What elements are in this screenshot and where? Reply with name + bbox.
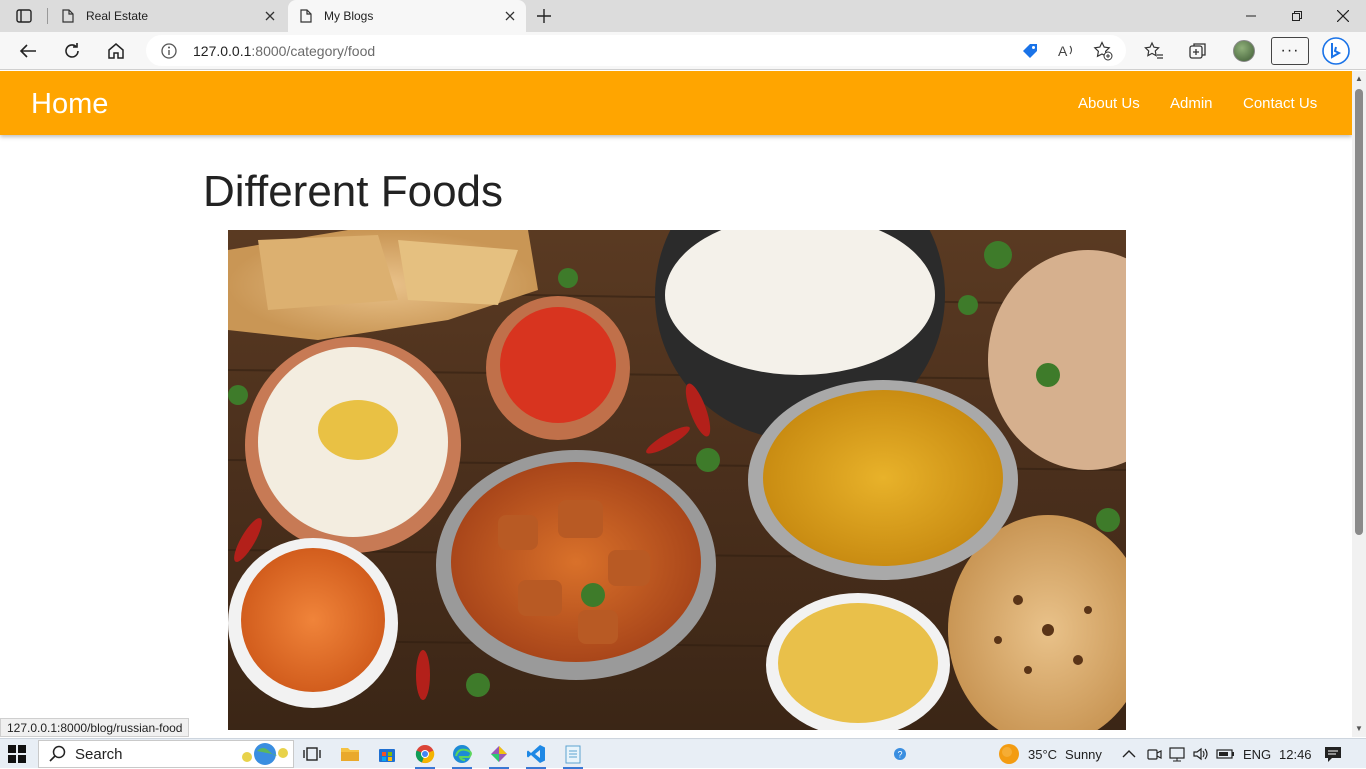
sun-icon [999, 744, 1019, 764]
restore-icon [1292, 11, 1302, 21]
collections-icon [1189, 43, 1206, 59]
scroll-down-arrow-icon[interactable]: ▼ [1354, 724, 1364, 734]
scrollbar-thumb[interactable] [1355, 89, 1363, 535]
close-icon [1337, 10, 1349, 22]
refresh-button[interactable] [57, 36, 87, 66]
add-favorite-icon[interactable] [1093, 41, 1113, 61]
vscode-icon [527, 745, 545, 763]
refresh-icon [65, 43, 79, 58]
edge-button[interactable] [450, 742, 474, 769]
back-arrow-icon [19, 44, 36, 58]
notepad-icon [565, 745, 581, 764]
site-info-icon[interactable] [160, 42, 178, 60]
plus-icon [537, 9, 551, 23]
volume-icon[interactable] [1192, 739, 1210, 769]
new-tab-button[interactable] [532, 4, 556, 28]
notifications-button[interactable] [1324, 739, 1342, 769]
home-button[interactable] [101, 36, 131, 66]
clock[interactable]: 12:46 [1279, 739, 1312, 769]
scroll-up-arrow-icon[interactable]: ▲ [1354, 74, 1364, 84]
task-view-button[interactable] [300, 742, 324, 766]
meet-now-icon[interactable] [1146, 739, 1162, 769]
page-title: Different Foods [203, 167, 504, 216]
help-tray-icon[interactable]: ? [893, 739, 907, 769]
url-host: 127.0.0.1 [193, 43, 252, 59]
app-icon [491, 746, 507, 762]
notification-icon [1325, 747, 1341, 762]
bing-copilot-button[interactable] [1322, 37, 1350, 65]
store-icon [379, 749, 395, 762]
search-label: Search [75, 745, 123, 763]
show-hidden-icons-button[interactable] [1122, 739, 1136, 769]
notepad-button[interactable] [561, 742, 585, 769]
chevron-up-icon [1122, 750, 1136, 758]
close-window-button[interactable] [1320, 0, 1366, 32]
svg-text:A: A [1058, 43, 1068, 59]
bing-icon [1322, 37, 1350, 65]
search-highlight-globe-icon [242, 743, 288, 765]
language-indicator[interactable]: ENG [1243, 739, 1271, 769]
tab-my-blogs[interactable]: My Blogs [288, 0, 526, 32]
app-button[interactable] [487, 742, 511, 769]
page-viewport: Home About Us Admin Contact Us Different… [0, 71, 1352, 737]
tab-title: Real Estate [86, 9, 149, 23]
settings-more-button[interactable]: ··· [1271, 37, 1309, 65]
nav-link-about-us[interactable]: About Us [1078, 95, 1140, 112]
tab-bar: Real Estate My Blogs [0, 0, 1366, 32]
weather-widget[interactable]: 35°C Sunny [998, 739, 1102, 769]
weather-temperature: 35°C [1028, 746, 1058, 762]
site-navbar: Home About Us Admin Contact Us [0, 71, 1352, 135]
tab-actions-icon [16, 9, 32, 23]
tab-real-estate[interactable]: Real Estate [50, 0, 286, 32]
home-icon [108, 43, 124, 59]
food-image [228, 230, 1126, 730]
shopping-tag-icon[interactable] [1020, 41, 1040, 61]
battery-icon[interactable] [1216, 739, 1236, 769]
tab-separator [47, 8, 48, 24]
taskbar: Search ? 35°C Sunny ENG 12:46 [0, 738, 1366, 769]
nav-link-contact-us[interactable]: Contact Us [1243, 95, 1317, 112]
url-path: :8000/category/food [251, 43, 376, 59]
page-icon [298, 8, 314, 24]
browser-toolbar: 127.0.0.1:8000/category/food A ··· [0, 32, 1366, 70]
search-icon [49, 745, 66, 762]
tab-title: My Blogs [324, 9, 374, 23]
weather-condition: Sunny [1065, 746, 1102, 762]
avatar [1233, 40, 1255, 62]
home-link[interactable]: Home [31, 88, 108, 121]
file-explorer-button[interactable] [338, 742, 362, 766]
svg-text:?: ? [898, 750, 903, 760]
profile-button[interactable] [1230, 37, 1258, 65]
tab-actions-button[interactable] [8, 4, 40, 28]
favorites-icon [1144, 41, 1163, 59]
status-bar-url: 127.0.0.1:8000/blog/russian-food [0, 718, 190, 737]
close-tab-icon[interactable] [262, 8, 278, 24]
task-view-icon [303, 747, 321, 761]
minimize-icon [1246, 15, 1256, 17]
nav-link-admin[interactable]: Admin [1170, 95, 1213, 112]
network-icon[interactable] [1169, 739, 1187, 769]
folder-icon [341, 748, 359, 761]
windows-logo-icon [8, 745, 26, 763]
edge-icon [453, 745, 472, 763]
minimize-button[interactable] [1228, 0, 1274, 32]
page-icon [60, 8, 76, 24]
chrome-icon [415, 745, 435, 764]
collections-button[interactable] [1184, 37, 1212, 65]
address-bar[interactable]: 127.0.0.1:8000/category/food A [146, 35, 1126, 66]
vscode-button[interactable] [524, 742, 548, 769]
read-aloud-icon[interactable]: A [1057, 41, 1077, 61]
close-tab-icon[interactable] [502, 8, 518, 24]
favorites-button[interactable] [1140, 37, 1168, 65]
taskbar-search-box[interactable]: Search [38, 740, 294, 768]
chrome-button[interactable] [413, 742, 437, 769]
url-text[interactable]: 127.0.0.1:8000/category/food [193, 43, 375, 59]
restore-button[interactable] [1274, 0, 1320, 32]
back-button[interactable] [13, 36, 43, 66]
store-button[interactable] [375, 742, 399, 766]
start-button[interactable] [8, 745, 26, 763]
page-scrollbar[interactable]: ▲ ▼ [1352, 71, 1366, 737]
